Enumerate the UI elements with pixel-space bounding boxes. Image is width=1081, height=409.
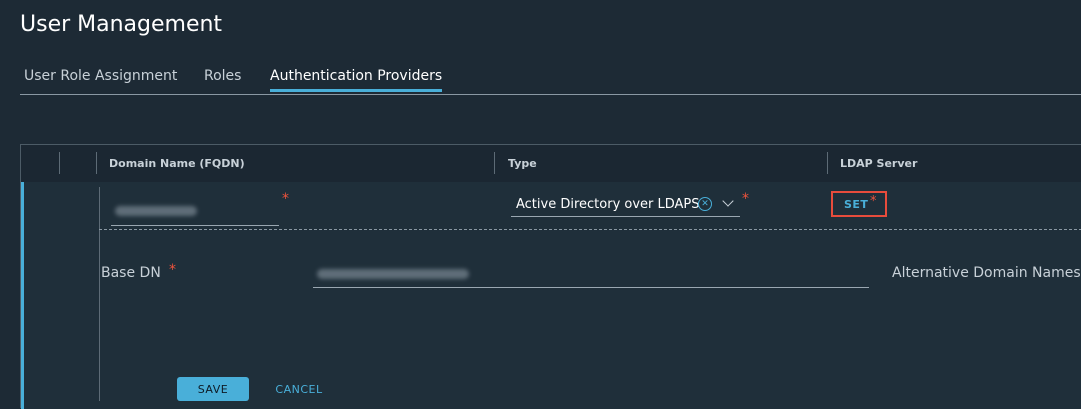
base-dn-input[interactable]: [313, 258, 869, 288]
column-separator: [827, 152, 828, 174]
column-header-type[interactable]: Type: [508, 157, 537, 170]
clear-icon[interactable]: ✕: [698, 197, 712, 211]
select-underline: [511, 216, 740, 217]
tab-user-role-assignment[interactable]: User Role Assignment: [24, 68, 177, 92]
column-header-ldap-server[interactable]: LDAP Server: [840, 157, 917, 170]
column-separator: [494, 152, 495, 174]
alternative-domain-names-label: Alternative Domain Names: [892, 265, 1081, 281]
auth-providers-grid: Domain Name (FQDN) Type LDAP Server * Ac…: [20, 144, 1081, 409]
row-divider: [99, 229, 1081, 230]
page-title: User Management: [20, 12, 223, 37]
grid-header: Domain Name (FQDN) Type LDAP Server: [21, 145, 1081, 183]
ldap-server-set-button[interactable]: SET: [844, 198, 868, 211]
type-select-value: Active Directory over LDAPS: [516, 197, 700, 212]
column-separator: [96, 152, 97, 174]
obscured-value: [317, 269, 469, 279]
cancel-button[interactable]: CANCEL: [269, 377, 329, 401]
tab-bar: User Role Assignment Roles Authenticatio…: [20, 60, 1081, 95]
input-underline: [313, 287, 869, 288]
required-indicator: *: [169, 262, 176, 278]
column-header-domain-name[interactable]: Domain Name (FQDN): [109, 157, 245, 170]
chevron-down-icon[interactable]: [722, 195, 734, 207]
tab-authentication-providers[interactable]: Authentication Providers: [270, 68, 443, 92]
required-indicator: *: [742, 191, 749, 207]
base-dn-label: Base DN: [101, 265, 161, 281]
required-indicator: *: [870, 194, 877, 209]
expanded-row: * Active Directory over LDAPS ✕ * SET * …: [21, 182, 1081, 409]
tab-roles[interactable]: Roles: [204, 68, 241, 92]
save-button[interactable]: SAVE: [177, 377, 249, 401]
input-underline: [111, 225, 279, 226]
column-separator: [59, 152, 60, 174]
type-select[interactable]: Active Directory over LDAPS ✕: [21, 182, 741, 222]
ldap-server-set-highlight: SET *: [831, 191, 887, 217]
